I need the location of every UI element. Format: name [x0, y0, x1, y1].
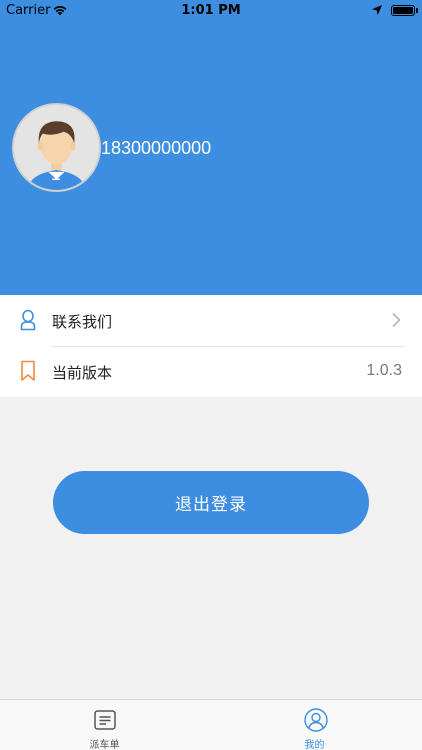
version-value: 1.0.3	[366, 362, 402, 379]
version-row: 当前版本 1.0.3	[0, 346, 422, 397]
battery-cap	[416, 8, 418, 13]
profile-header: Carrier 1:01 PM 18300000000	[0, 0, 422, 295]
logout-button[interactable]: 退出登录	[53, 471, 369, 534]
person-circle-icon	[304, 708, 328, 732]
tab-label-dispatch: 派车单	[89, 740, 120, 750]
bookmark-icon	[21, 360, 35, 381]
phone-number: 18300000000	[101, 138, 212, 158]
status-bar: Carrier 1:01 PM	[0, 0, 422, 22]
version-label: 当前版本	[52, 364, 113, 382]
person-outline-icon	[20, 309, 36, 331]
tab-label-mine: 我的	[304, 740, 325, 750]
contact-us-row[interactable]: 联系我们	[0, 295, 422, 346]
clock: 1:01 PM	[181, 3, 241, 18]
menu-list: 联系我们 当前版本 1.0.3	[0, 295, 422, 397]
contact-us-label: 联系我们	[52, 313, 113, 331]
user-avatar-icon	[14, 105, 99, 190]
battery-icon	[391, 5, 415, 16]
tab-dispatch-orders[interactable]: 派车单	[0, 700, 211, 750]
avatar[interactable]	[12, 103, 101, 192]
location-arrow-icon	[372, 5, 382, 15]
tab-bar: 派车单 我的	[0, 699, 422, 750]
document-list-icon	[94, 710, 116, 730]
chevron-right-icon	[392, 312, 401, 328]
tab-mine[interactable]: 我的	[211, 700, 422, 750]
